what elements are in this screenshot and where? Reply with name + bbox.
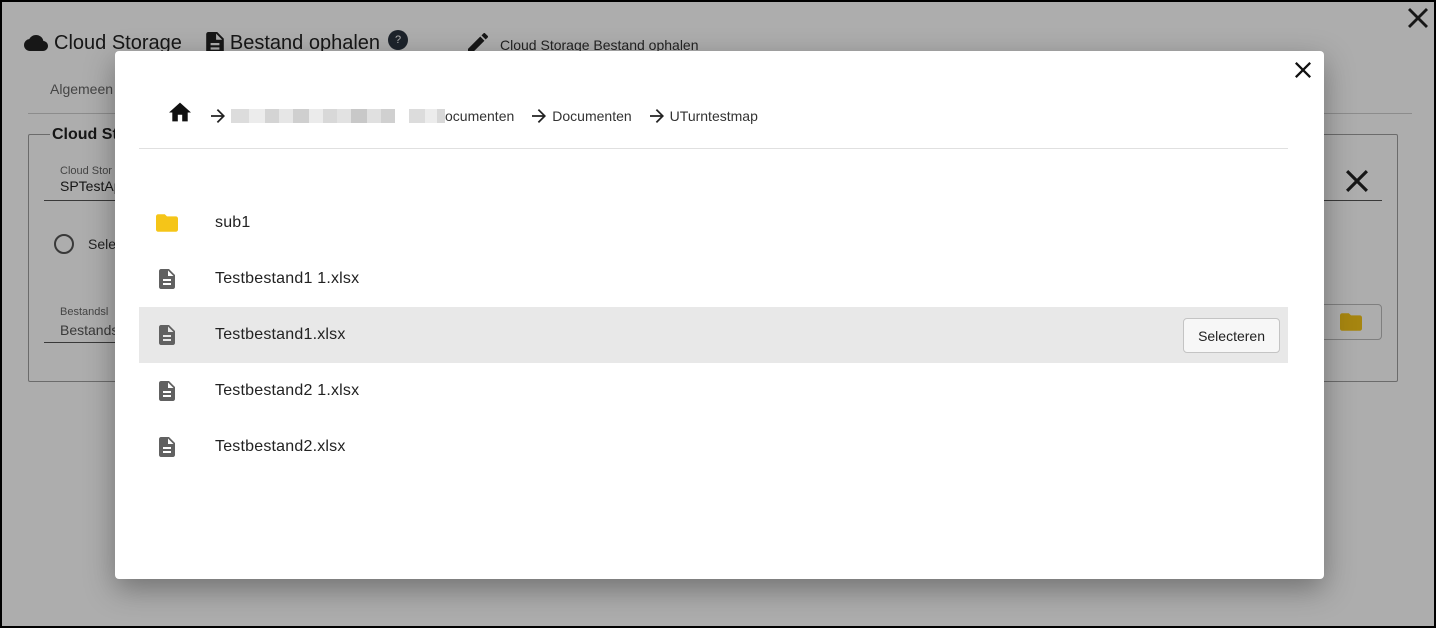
file-icon xyxy=(159,381,175,401)
breadcrumb-label: ocumenten xyxy=(445,108,515,124)
breadcrumb: ocumenten Documenten UTurntestmap xyxy=(139,99,1288,149)
file-icon-wrap xyxy=(139,381,195,401)
breadcrumb-label: Documenten xyxy=(552,108,632,124)
list-item-file-selected[interactable]: Testbestand1.xlsx Selecteren xyxy=(139,307,1288,363)
list-item-folder[interactable]: sub1 xyxy=(139,195,1288,251)
arrow-right-icon xyxy=(211,109,225,123)
item-name: Testbestand1 1.xlsx xyxy=(215,270,360,287)
item-name: sub1 xyxy=(215,214,251,231)
file-icon xyxy=(159,269,175,289)
dialog-close-button[interactable] xyxy=(1290,57,1316,83)
select-button[interactable]: Selecteren xyxy=(1183,318,1280,353)
list-item-file[interactable]: Testbestand2 1.xlsx xyxy=(139,363,1288,419)
item-name: Testbestand2.xlsx xyxy=(215,438,346,455)
file-icon-wrap xyxy=(139,325,195,345)
breadcrumb-home[interactable] xyxy=(167,99,193,125)
home-icon[interactable] xyxy=(169,102,191,122)
file-icon-wrap xyxy=(139,269,195,289)
file-icon xyxy=(159,325,175,345)
folder-icon-wrap xyxy=(139,214,195,232)
item-name: Testbestand1.xlsx xyxy=(215,326,346,343)
breadcrumb-path: ocumenten Documenten UTurntestmap xyxy=(211,108,776,124)
file-icon xyxy=(159,437,175,457)
close-icon[interactable] xyxy=(1295,62,1311,78)
app-frame: Cloud Storage Bestand ophalen ? Cloud St… xyxy=(0,0,1436,628)
redacted-path xyxy=(409,109,445,123)
item-name: Testbestand2 1.xlsx xyxy=(215,382,360,399)
list-item-file[interactable]: Testbestand1 1.xlsx xyxy=(139,251,1288,307)
breadcrumb-item-root[interactable]: ocumenten xyxy=(211,108,514,124)
file-icon-wrap xyxy=(139,437,195,457)
redacted-path xyxy=(231,109,395,123)
breadcrumb-label: UTurntestmap xyxy=(669,108,758,124)
file-picker-dialog: ocumenten Documenten UTurntestmap sub1 T… xyxy=(115,51,1324,579)
arrow-right-icon xyxy=(532,109,547,123)
list-item-file[interactable]: Testbestand2.xlsx xyxy=(139,419,1288,475)
folder-icon xyxy=(156,214,178,232)
file-list: sub1 Testbestand1 1.xlsx Testbestand1.xl… xyxy=(139,195,1288,475)
breadcrumb-item-documenten[interactable]: Documenten xyxy=(532,108,632,124)
arrow-right-icon xyxy=(649,109,664,123)
breadcrumb-item-uturntestmap[interactable]: UTurntestmap xyxy=(649,108,758,124)
